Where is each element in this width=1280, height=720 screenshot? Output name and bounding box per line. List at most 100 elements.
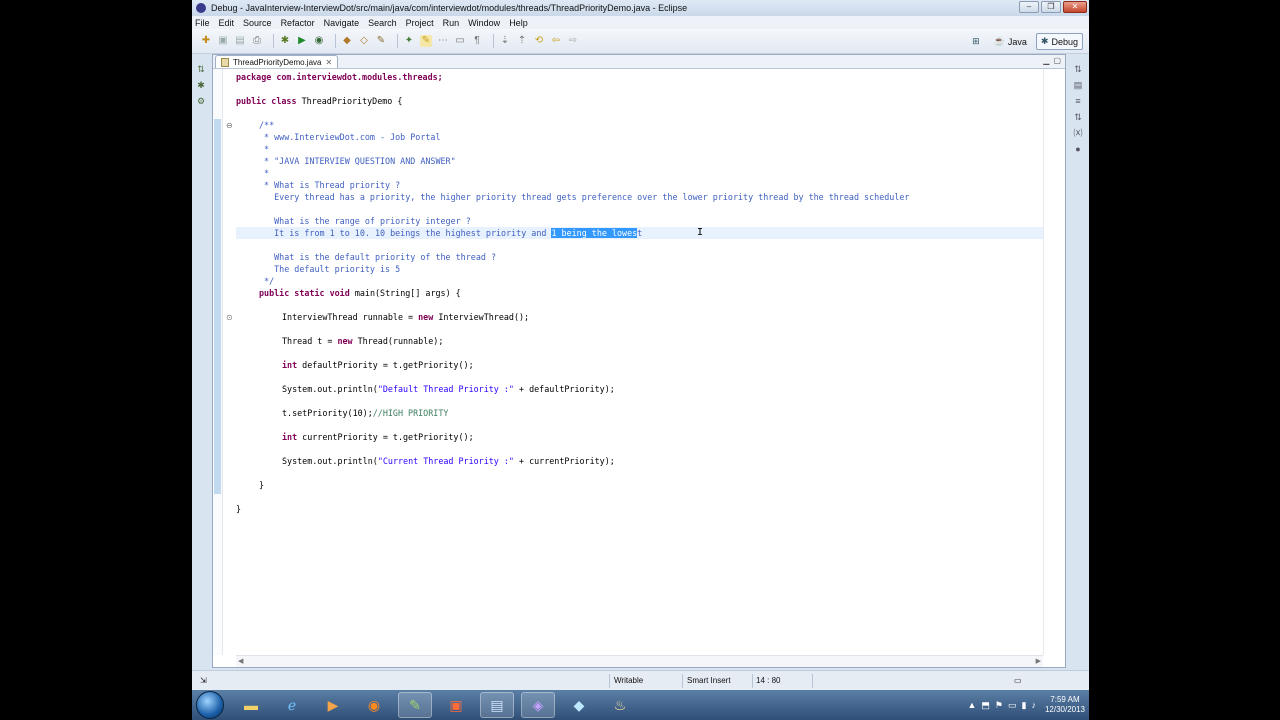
code-line: Every thread has a priority, the higher … [259,192,910,202]
restore-icon[interactable]: ⇅ [196,64,206,74]
close-button[interactable]: ✕ [1063,1,1087,13]
eclipse-icon[interactable]: ◈ [521,692,555,718]
signal-icon[interactable]: ▮ [1022,700,1027,711]
app-icon[interactable]: ◆ [562,692,596,718]
fold-collapse-icon[interactable]: ⊖ [226,121,233,130]
toggle-highlight-icon[interactable]: ✎ [420,35,432,47]
menu-help[interactable]: Help [509,18,528,28]
menu-source[interactable]: Source [243,18,272,28]
explorer-icon[interactable]: ▬ [234,692,268,718]
expressions-view-icon[interactable]: ⒳ [1073,128,1083,138]
paint-icon[interactable]: ♨ [603,692,637,718]
network-icon[interactable]: ⬒ [981,700,990,711]
save-icon[interactable]: ▤ [480,692,514,718]
keyword: int [282,360,303,370]
code-text: + defaultPriority); [513,384,615,394]
start-button[interactable] [196,691,224,719]
clock-date: 12/30/2013 [1044,705,1085,714]
folding-column: ⊖ ⊙ [224,69,236,655]
maximize-button[interactable]: ❐ [1041,1,1061,13]
menu-bar: File Edit Source Refactor Navigate Searc… [192,16,1089,29]
tab-close-icon[interactable]: ✕ [325,58,332,67]
forward-icon[interactable]: ⇨ [567,35,579,47]
code-line: * www.InterviewDot.com - Job Portal [259,132,441,142]
display-icon[interactable]: ▭ [1008,700,1017,711]
menu-refactor[interactable]: Refactor [281,18,315,28]
progress-icon[interactable]: ▭ [1014,676,1022,685]
prev-annotation-icon[interactable]: ⇡ [516,35,528,47]
debug-view-icon[interactable]: ✱ [196,80,206,90]
menu-edit[interactable]: Edit [219,18,235,28]
new-icon[interactable]: ✚ [200,35,212,47]
window-title: Debug - JavaInterview-InterviewDot/src/m… [211,3,688,13]
menu-project[interactable]: Project [406,18,434,28]
notepad-icon[interactable]: ✎ [398,692,432,718]
volume-icon[interactable]: ♪ [1031,700,1036,710]
tray-expand-icon[interactable]: ▲ [967,700,976,710]
main-toolbar: ✚ ▣ ▤ ⎙ ✱ ▶ ◉ ◆ ◇ ✎ ✦ ✎ ⋯ ▭ ¶ ⇣ ⇡ ⟲ ⇦ ⇨ … [192,29,1089,54]
menu-navigate[interactable]: Navigate [324,18,360,28]
fast-view-icon[interactable]: ⇲ [200,676,207,685]
menu-window[interactable]: Window [468,18,500,28]
scroll-right-icon[interactable]: ▶ [1036,657,1041,665]
mark-occurrences-icon[interactable]: ✦ [403,35,415,47]
servers-view-icon[interactable]: ⚙ [196,96,206,106]
back-icon[interactable]: ⇦ [550,35,562,47]
toolbar-separator [493,34,494,48]
writable-status: Writable [614,676,644,685]
new-class-icon[interactable]: ◇ [358,35,370,47]
left-trim-stack: ⇅ ✱ ⚙ [192,56,210,656]
code-text: Thread(runnable); [357,336,444,346]
variables-view-icon[interactable]: ▤ [1073,80,1083,90]
breakpoint-marker-icon[interactable]: ⊙ [226,313,233,322]
breakpoints-view-icon[interactable]: ● [1073,144,1083,154]
overview-ruler[interactable] [1043,69,1065,655]
open-type-icon[interactable]: ✎ [375,35,387,47]
outline-view-icon[interactable]: ≡ [1073,96,1083,106]
menu-run[interactable]: Run [443,18,460,28]
scroll-left-icon[interactable]: ◀ [238,657,243,665]
package-declaration: package com.interviewdot.modules.threads… [236,72,443,82]
menu-search[interactable]: Search [368,18,397,28]
open-perspective-button[interactable]: ⊞ [967,33,985,50]
flag-icon[interactable]: ⚑ [995,700,1003,711]
run-icon[interactable]: ▶ [296,35,308,47]
save-all-icon[interactable]: ▤ [234,35,246,47]
menu-file[interactable]: File [195,18,210,28]
minimize-button[interactable]: – [1019,1,1039,13]
open-perspective-icon: ⊞ [972,36,980,46]
code-text: System.out.println( [282,384,378,394]
save-icon[interactable]: ▣ [217,35,229,47]
code-line: package com.interviewdot.modules.threads… [236,71,443,83]
debug-icon[interactable]: ✱ [279,35,291,47]
editor-panel: ThreadPriorityDemo.java ✕ ▁ ▢ ⊖ ⊙ packag… [212,54,1066,668]
title-bar: Debug - JavaInterview-InterviewDot/src/m… [192,0,1089,16]
line-comment: //HIGH PRIORITY [372,408,449,418]
media-player-icon[interactable]: ▶ [316,692,350,718]
print-icon[interactable]: ⎙ [251,35,263,47]
powerpoint-icon[interactable]: ▣ [439,692,473,718]
firefox-icon[interactable]: ◉ [357,692,391,718]
windows-taskbar: ▬ ℯ ▶ ◉ ✎ ▣ ▤ ◈ ◆ ♨ ▲ ⬒ ⚑ ▭ ▮ ♪ 7:59 AM … [192,690,1089,720]
pilcrow-icon[interactable]: ¶ [471,35,483,47]
code-text: currentPriority = t.getPriority(); [302,432,474,442]
external-tools-icon[interactable]: ◉ [313,35,325,47]
clock[interactable]: 7:59 AM 12/30/2013 [1045,695,1085,715]
debug-perspective-button[interactable]: ✱ Debug [1035,33,1083,50]
horizontal-scrollbar[interactable]: ◀ ▶ [236,655,1043,667]
java-perspective-button[interactable]: ☕ Java [989,33,1032,50]
show-whitespace-icon[interactable]: ▭ [454,35,466,47]
block-selection-icon[interactable]: ⋯ [437,35,449,47]
internet-explorer-icon[interactable]: ℯ [275,692,309,718]
restore-icon[interactable]: ⇅ [1073,64,1083,74]
new-package-icon[interactable]: ◆ [341,35,353,47]
debug-perspective-icon: ✱ [1040,36,1049,46]
window-controls: – ❐ ✕ [1019,1,1087,13]
maximize-view-icon[interactable]: ▢ [1053,56,1061,65]
status-bar: ⇲ Writable Smart Insert 14 : 80 ▭ [192,670,1089,690]
editor-tab[interactable]: ThreadPriorityDemo.java ✕ [215,55,339,68]
next-annotation-icon[interactable]: ⇣ [499,35,511,47]
minimize-view-icon[interactable]: ▁ [1043,56,1049,65]
last-edit-icon[interactable]: ⟲ [533,35,545,47]
restore-icon[interactable]: ⇅ [1073,112,1083,122]
